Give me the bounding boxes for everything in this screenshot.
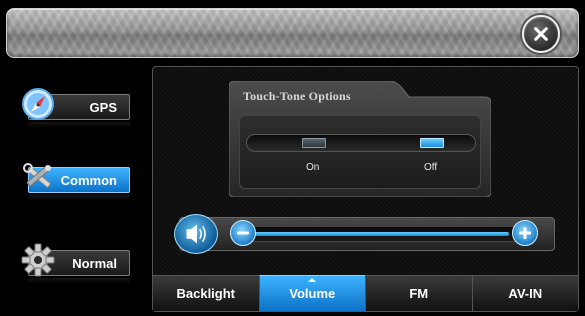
speaker-icon[interactable] <box>174 214 218 254</box>
tab-label-fm: FM <box>409 286 429 301</box>
nav-label-normal: Normal <box>72 255 117 271</box>
nav-item-common[interactable]: Common <box>18 163 130 201</box>
volume-plus-icon[interactable] <box>512 220 538 246</box>
settings-screen: GPS Common Normal Touch-Tone Options On … <box>0 0 585 316</box>
volume-fill <box>247 232 509 236</box>
header-bar <box>6 8 579 58</box>
tools-icon <box>23 163 51 188</box>
touch-tone-panel: Touch-Tone Options On Off <box>229 81 491 197</box>
volume-track[interactable] <box>240 226 530 242</box>
volume-slider[interactable] <box>174 214 555 254</box>
gear-icon <box>21 243 55 277</box>
tab-backlight[interactable]: Backlight <box>153 275 259 311</box>
volume-minus-icon[interactable] <box>230 220 256 246</box>
tab-label-backlight: Backlight <box>176 286 235 301</box>
tab-volume[interactable]: Volume <box>258 275 365 311</box>
compass-icon <box>22 88 54 120</box>
touch-tone-on-label: On <box>306 162 320 173</box>
nav-label-gps: GPS <box>89 99 117 115</box>
nav-item-normal[interactable]: Normal <box>18 243 130 284</box>
close-icon[interactable] <box>522 15 560 53</box>
nav-item-gps[interactable]: GPS <box>18 88 130 128</box>
touch-tone-on-indicator[interactable] <box>302 138 326 148</box>
tab-label-volume: Volume <box>289 286 336 301</box>
touch-tone-options: On Off <box>239 115 481 189</box>
caret-up-icon <box>308 278 317 282</box>
touch-tone-off-label: Off <box>424 162 438 173</box>
bottom-tabs: Backlight Volume FM AV-IN <box>153 275 578 311</box>
main-panel: Touch-Tone Options On Off Backlight Volu… <box>152 66 579 312</box>
tab-fm[interactable]: FM <box>365 275 472 311</box>
touch-tone-off-indicator[interactable] <box>420 138 444 148</box>
touch-tone-title: Touch-Tone Options <box>243 89 351 103</box>
nav-label-common: Common <box>60 172 117 188</box>
tab-label-av-in: AV-IN <box>508 286 543 301</box>
tab-av-in[interactable]: AV-IN <box>471 275 578 311</box>
